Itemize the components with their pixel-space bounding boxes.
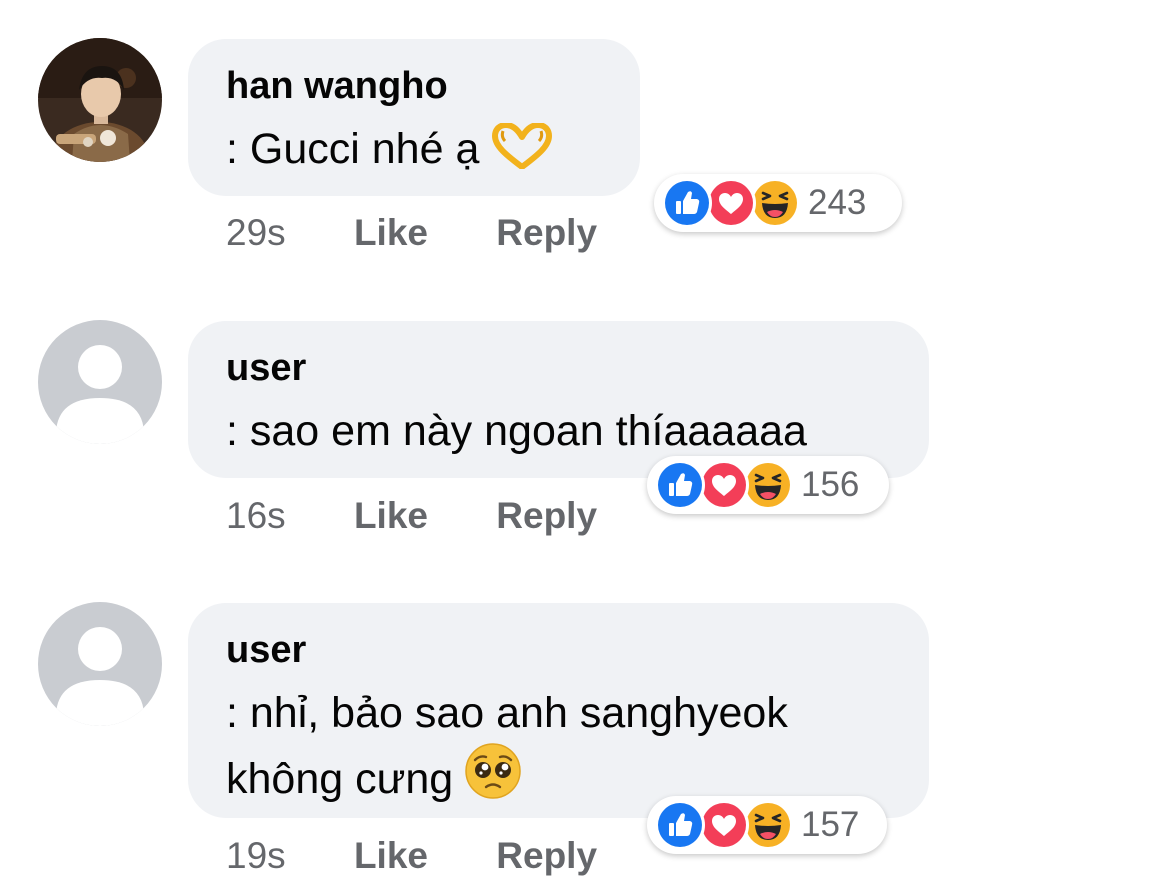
avatar[interactable] [38, 320, 162, 444]
reply-button[interactable]: Reply [496, 495, 597, 537]
default-avatar-icon [38, 602, 162, 726]
comment-bubble: user : nhỉ, bảo sao anh sanghyeok không … [188, 603, 929, 818]
comment-text: : Gucci nhé ạ [226, 119, 602, 185]
haha-icon [743, 800, 793, 850]
heart-hands-emoji-icon [491, 122, 553, 185]
comment-time[interactable]: 16s [226, 495, 286, 537]
like-icon [662, 178, 712, 228]
love-icon [699, 800, 749, 850]
comment-time[interactable]: 19s [226, 835, 286, 877]
comment-actions: 19s Like Reply [226, 835, 597, 877]
like-button[interactable]: Like [354, 495, 428, 537]
profile-photo-icon [38, 38, 162, 162]
comment-bubble: han wangho : Gucci nhé ạ [188, 39, 640, 196]
like-icon [655, 460, 705, 510]
pleading-face-emoji-icon [465, 743, 521, 815]
like-button[interactable]: Like [354, 212, 428, 254]
avatar[interactable] [38, 38, 162, 162]
reaction-count: 243 [808, 183, 867, 222]
reactions-summary[interactable]: 157 [647, 796, 887, 854]
comment-text-line: không cưng [226, 755, 454, 803]
like-button[interactable]: Like [354, 835, 428, 877]
comment-actions: 16s Like Reply [226, 495, 597, 537]
comment-author[interactable]: user [226, 345, 891, 391]
reactions-summary[interactable]: 156 [647, 456, 889, 514]
haha-icon [750, 178, 800, 228]
love-icon [706, 178, 756, 228]
reactions-summary[interactable]: 243 [654, 174, 902, 232]
reply-button[interactable]: Reply [496, 212, 597, 254]
default-avatar-icon [38, 320, 162, 444]
comment-text-line: : nhỉ, bảo sao anh sanghyeok [226, 689, 788, 737]
comment-text: : sao em này ngoan thíaaaaaa [226, 401, 891, 461]
comment-time[interactable]: 29s [226, 212, 286, 254]
comment-text-line: : sao em này ngoan thíaaaaaa [226, 407, 807, 455]
love-icon [699, 460, 749, 510]
reaction-count: 156 [801, 465, 860, 504]
comment-text-line: : Gucci nhé ạ [226, 125, 480, 173]
comment-author[interactable]: han wangho [226, 63, 602, 109]
haha-icon [743, 460, 793, 510]
like-icon [655, 800, 705, 850]
avatar[interactable] [38, 602, 162, 726]
reply-button[interactable]: Reply [496, 835, 597, 877]
comment-author[interactable]: user [226, 627, 891, 673]
reaction-count: 157 [801, 805, 860, 844]
comment-actions: 29s Like Reply [226, 212, 597, 254]
comment-bubble: user : sao em này ngoan thíaaaaaa [188, 321, 929, 478]
